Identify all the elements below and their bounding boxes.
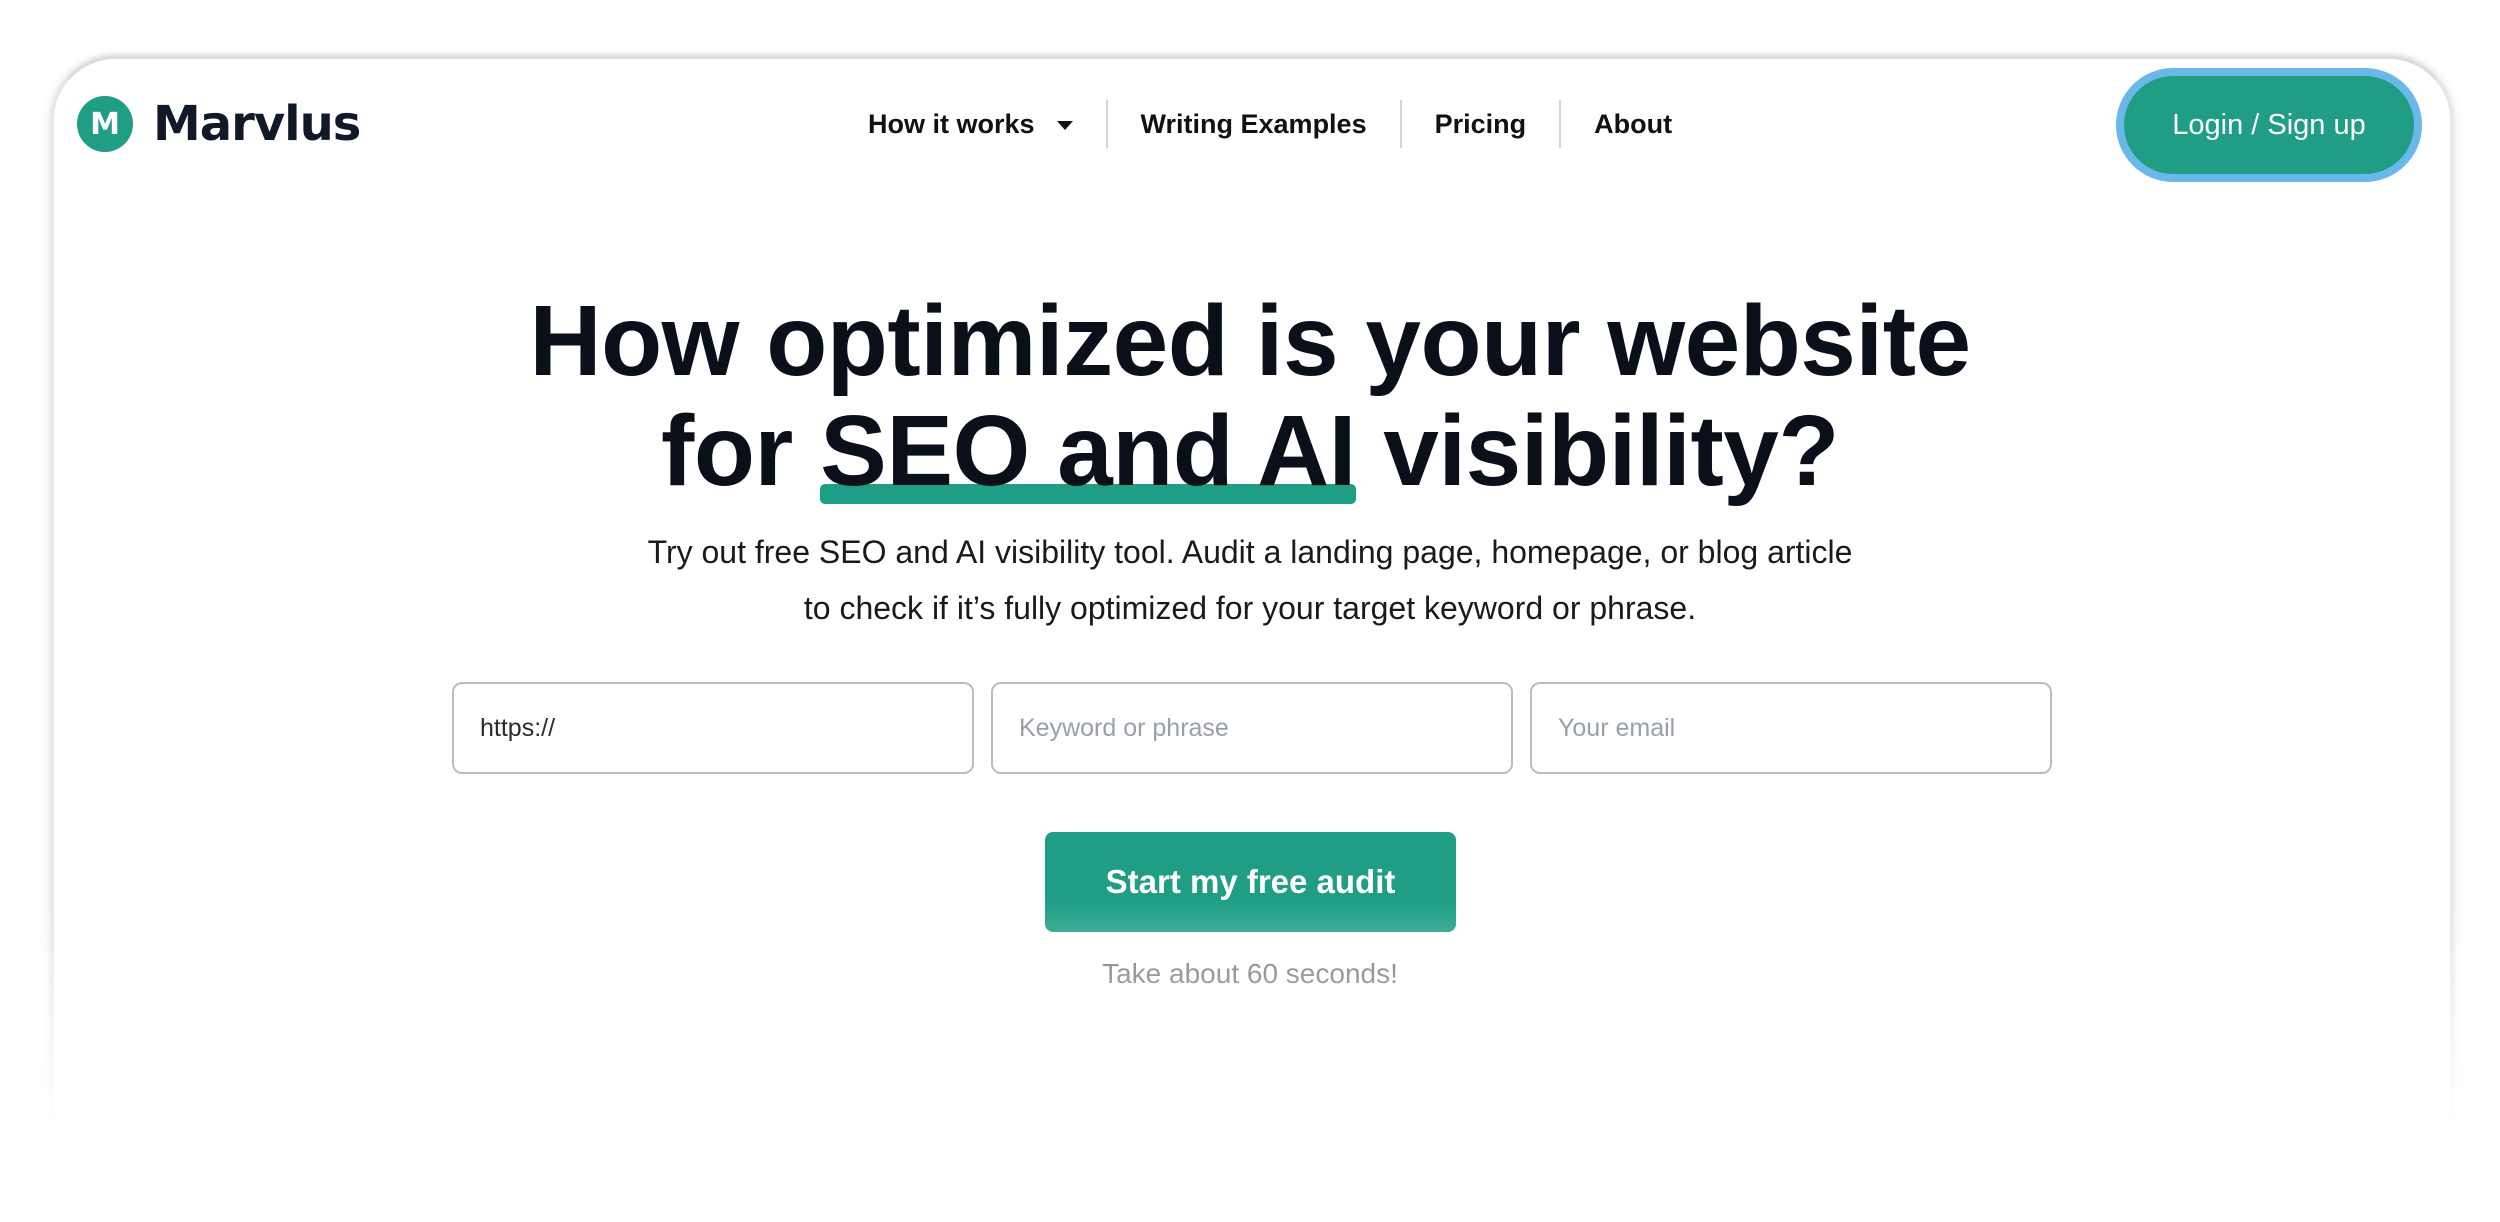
hero-title-line2: for SEO and AI visibility?: [661, 395, 1839, 507]
page: M Marvlus How it works Writing Examples …: [0, 0, 2500, 1222]
hero-title-highlight: SEO and AI: [820, 395, 1356, 507]
main-nav: How it works Writing Examples Pricing Ab…: [846, 96, 1705, 152]
nav-item-about[interactable]: About: [1561, 109, 1705, 140]
email-input[interactable]: [1530, 682, 2052, 774]
nav-item-label: Writing Examples: [1140, 108, 1367, 139]
url-input[interactable]: [452, 682, 974, 774]
nav-item-writing-examples[interactable]: Writing Examples: [1108, 109, 1400, 140]
caret-down-icon: [1056, 120, 1073, 130]
brand-logo[interactable]: M Marvlus: [77, 96, 361, 152]
nav-item-label: About: [1594, 108, 1673, 139]
hero-subtitle: Try out free SEO and AI visibility tool.…: [0, 524, 2500, 636]
hero-title: How optimized is your website for SEO an…: [0, 286, 2500, 506]
hero-subtitle-line2: to check if it’s fully optimized for you…: [803, 590, 1697, 626]
audit-form: [452, 682, 2052, 774]
hero-title-post: visibility?: [1355, 395, 1839, 507]
hero-subtitle-line1: Try out free SEO and AI visibility tool.…: [647, 534, 1853, 570]
login-signup-button[interactable]: Login / Sign up: [2124, 76, 2414, 174]
duration-note: Take about 60 seconds!: [1102, 958, 1398, 989]
hero-title-pre: for: [661, 395, 821, 507]
logo-mark-icon: M: [77, 96, 133, 152]
nav-item-how-it-works[interactable]: How it works: [846, 109, 1106, 140]
nav-item-pricing[interactable]: Pricing: [1402, 109, 1560, 140]
hero-title-line1: How optimized is your website: [529, 285, 1971, 397]
nav-item-label: Pricing: [1434, 108, 1527, 139]
nav-item-label: How it works: [868, 108, 1035, 139]
login-focus-ring: Login / Sign up: [2116, 68, 2422, 182]
browser-card: [52, 56, 2452, 1222]
start-audit-button[interactable]: Start my free audit: [1045, 832, 1456, 932]
brand-name: Marvlus: [153, 96, 361, 152]
keyword-input[interactable]: [991, 682, 1513, 774]
